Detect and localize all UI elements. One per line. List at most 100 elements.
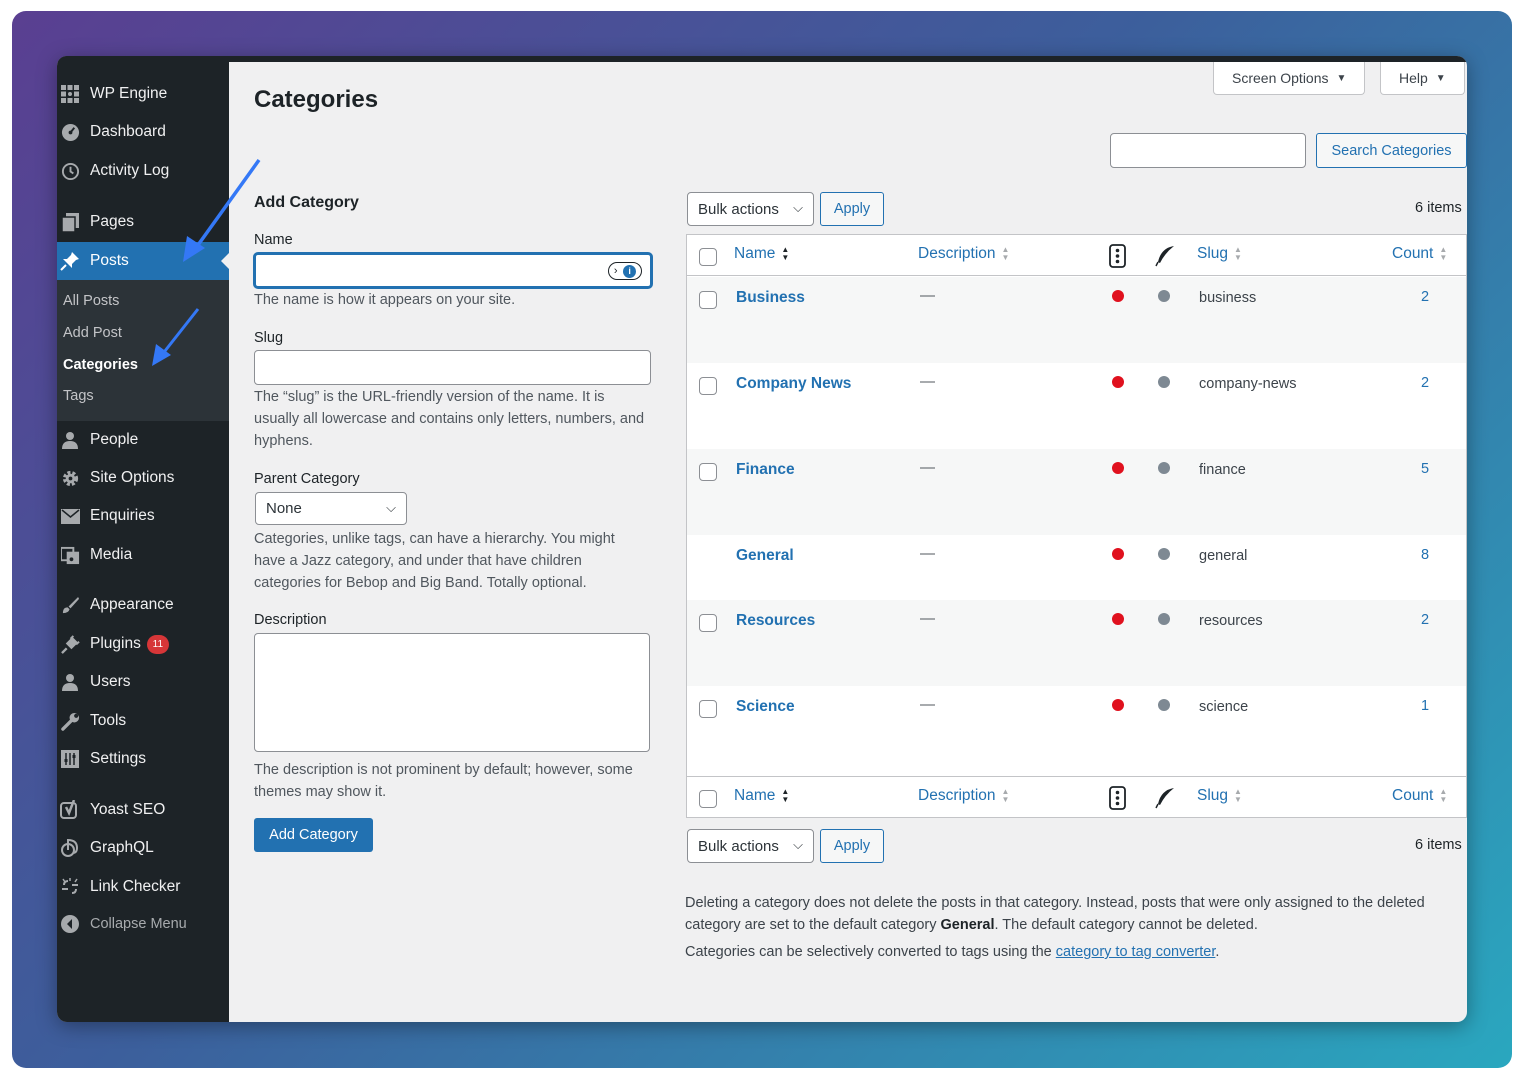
category-name-link[interactable]: Resources <box>736 612 815 630</box>
name-field[interactable]: › i <box>254 253 652 288</box>
sidebar-item-dashboard[interactable]: Dashboard <box>57 113 229 151</box>
category-name-link[interactable]: General <box>736 547 794 565</box>
items-count-bottom: 6 items <box>1415 837 1462 853</box>
browser-window: WP Engine Dashboard Activity Log Pages P… <box>57 56 1467 1022</box>
column-description[interactable]: Description ▲ ▼ <box>918 787 1009 805</box>
column-name[interactable]: Name ▲ ▼ <box>734 787 789 805</box>
wrench-icon <box>59 710 81 732</box>
chevron-down-icon: ⌵ <box>793 200 803 215</box>
password-manager-icon[interactable]: › i <box>608 262 642 280</box>
sidebar-item-site-options[interactable]: Site Options <box>57 459 229 497</box>
slug-field[interactable] <box>254 350 651 385</box>
row-checkbox[interactable] <box>699 291 717 309</box>
seo-score-indicator <box>1112 290 1124 302</box>
description-textarea[interactable] <box>254 633 650 752</box>
column-count[interactable]: Count ▲ ▼ <box>1392 245 1447 263</box>
sidebar-item-link-checker[interactable]: Link Checker <box>57 868 229 906</box>
category-to-tag-converter-link[interactable]: category to tag converter <box>1056 944 1216 960</box>
readability-indicator <box>1158 376 1170 388</box>
apply-button-top[interactable]: Apply <box>820 192 884 226</box>
sort-icon: ▲ ▼ <box>1001 787 1010 804</box>
category-count-link[interactable]: 2 <box>1411 375 1439 391</box>
bulk-actions-select-bottom[interactable]: Bulk actions ⌵ <box>687 829 814 863</box>
column-description[interactable]: Description ▲ ▼ <box>918 245 1009 263</box>
sidebar-item-wp-engine[interactable]: WP Engine <box>57 75 229 113</box>
media-icon <box>59 544 81 566</box>
seo-score-indicator <box>1112 462 1124 474</box>
row-checkbox[interactable] <box>699 700 717 718</box>
add-category-button[interactable]: Add Category <box>254 818 373 852</box>
caret-down-icon: ▼ <box>1336 72 1347 84</box>
parent-category-select[interactable]: None ⌵ <box>255 492 407 525</box>
pages-icon <box>59 211 81 233</box>
sidebar-item-yoast-seo[interactable]: Yoast SEO <box>57 791 229 829</box>
sidebar-item-people[interactable]: People <box>57 421 229 459</box>
chevron-down-icon: ⌵ <box>793 837 803 852</box>
category-count-link[interactable]: 2 <box>1411 612 1439 628</box>
bulk-actions-value: Bulk actions <box>698 200 779 218</box>
seo-score-indicator <box>1112 376 1124 388</box>
wp-engine-icon <box>59 83 81 105</box>
category-name-link[interactable]: Company News <box>736 375 851 393</box>
seo-score-indicator <box>1112 548 1124 560</box>
parent-category-help-text: Categories, unlike tags, can have a hier… <box>254 531 615 591</box>
categories-table: Name ▲ ▼ Description ▲ ▼ Slug ▲ ▼ Count … <box>686 234 1467 818</box>
chevron-down-icon: ⌵ <box>386 500 396 515</box>
brush-icon <box>59 594 81 616</box>
readability-indicator <box>1158 462 1170 474</box>
parent-category-label: Parent Category <box>254 471 360 487</box>
search-categories-input[interactable] <box>1110 133 1306 168</box>
sidebar-item-appearance[interactable]: Appearance <box>57 586 229 624</box>
help-button[interactable]: Help ▼ <box>1380 62 1465 95</box>
search-categories-button[interactable]: Search Categories <box>1316 133 1467 168</box>
select-all-checkbox[interactable] <box>699 248 717 266</box>
column-slug[interactable]: Slug ▲ ▼ <box>1197 787 1242 805</box>
bulk-actions-select-top[interactable]: Bulk actions ⌵ <box>687 192 814 226</box>
person-icon <box>59 429 81 451</box>
column-name[interactable]: Name ▲ ▼ <box>734 245 789 263</box>
select-all-checkbox-footer[interactable] <box>699 790 717 808</box>
category-name-link[interactable]: Business <box>736 289 805 307</box>
row-checkbox[interactable] <box>699 377 717 395</box>
submenu-tags[interactable]: Tags <box>63 388 94 404</box>
row-checkbox[interactable] <box>699 463 717 481</box>
screen-options-button[interactable]: Screen Options ▼ <box>1213 62 1366 95</box>
sidebar-item-users[interactable]: Users <box>57 663 229 701</box>
collapse-menu-button[interactable]: Collapse Menu <box>57 905 229 943</box>
category-name-link[interactable]: Finance <box>736 461 795 479</box>
column-slug-label: Slug <box>1197 787 1229 804</box>
sidebar-item-settings[interactable]: Settings <box>57 740 229 778</box>
submenu-categories[interactable]: Categories <box>63 357 138 373</box>
category-count-link[interactable]: 8 <box>1411 547 1439 563</box>
category-name-link[interactable]: Science <box>736 698 795 716</box>
sidebar-item-label: Site Options <box>90 469 175 486</box>
sidebar-item-enquiries[interactable]: Enquiries <box>57 497 229 535</box>
category-count-link[interactable]: 1 <box>1411 698 1439 714</box>
sidebar-item-plugins[interactable]: Plugins 11 <box>57 625 229 663</box>
category-count-link[interactable]: 5 <box>1411 461 1439 477</box>
table-row: Resources — resources 2 <box>687 600 1466 686</box>
sidebar-item-tools[interactable]: Tools <box>57 702 229 740</box>
category-description: — <box>920 545 935 562</box>
slug-label: Slug <box>254 330 284 346</box>
submenu-add-post[interactable]: Add Post <box>63 325 122 341</box>
add-category-heading: Add Category <box>254 194 359 211</box>
default-category-name: General <box>940 917 995 933</box>
category-slug: science <box>1199 699 1249 715</box>
column-count[interactable]: Count ▲ ▼ <box>1392 787 1447 805</box>
sidebar-item-media[interactable]: Media <box>57 536 229 574</box>
category-slug: finance <box>1199 462 1246 478</box>
submenu-all-posts[interactable]: All Posts <box>63 293 119 309</box>
apply-button-bottom[interactable]: Apply <box>820 829 884 863</box>
seo-score-icon <box>1109 244 1126 268</box>
yoast-icon <box>59 799 81 821</box>
sidebar-item-label: Settings <box>90 750 147 767</box>
main-content: Categories Screen Options ▼ Help ▼ Searc… <box>229 56 1467 1022</box>
column-slug[interactable]: Slug ▲ ▼ <box>1197 245 1242 263</box>
column-description-label: Description <box>918 245 996 262</box>
sidebar-item-label: Media <box>90 546 133 563</box>
category-count-link[interactable]: 2 <box>1411 289 1439 305</box>
category-description: — <box>920 373 935 390</box>
row-checkbox[interactable] <box>699 614 717 632</box>
sidebar-item-graphql[interactable]: GraphQL <box>57 829 229 867</box>
